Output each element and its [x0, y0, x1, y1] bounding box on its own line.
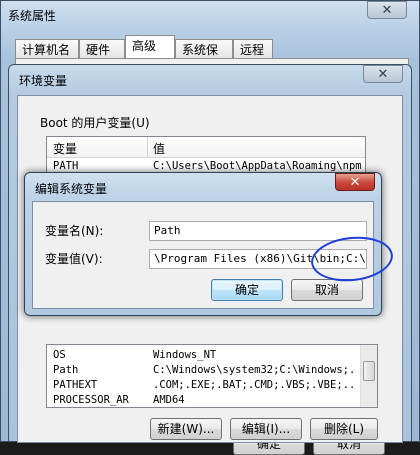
- list-header: 变量 值: [47, 137, 365, 158]
- cancel-button[interactable]: 取消: [291, 279, 363, 301]
- column-separator[interactable]: [147, 137, 148, 157]
- system-variables-scrollbar[interactable]: [360, 345, 377, 407]
- row-variable: OS: [53, 349, 66, 361]
- close-icon[interactable]: ✕: [363, 65, 403, 83]
- table-row[interactable]: Path C:\Windows\system32;C:\Windows;...: [47, 363, 377, 377]
- tab-advanced[interactable]: 高级: [125, 35, 175, 59]
- column-header-value[interactable]: 值: [153, 140, 165, 157]
- tab-computer-name[interactable]: 计算机名: [15, 39, 79, 59]
- table-row[interactable]: OS Windows_NT: [47, 348, 377, 362]
- user-variables-label: Boot 的用户变量(U): [40, 116, 150, 130]
- table-row[interactable]: PATH C:\Users\Boot\AppData\Roaming\npm: [47, 159, 365, 173]
- table-row[interactable]: PROCESSOR_AR AMD64: [47, 393, 377, 407]
- system-variables-list[interactable]: OS Windows_NT Path C:\Windows\system32;C…: [46, 344, 378, 408]
- delete-variable-button[interactable]: 删除(L): [310, 418, 378, 440]
- row-value: AMD64: [153, 394, 185, 406]
- edit-variable-button[interactable]: 编辑(I)...: [230, 418, 302, 440]
- row-value: C:\Windows\system32;C:\Windows;...: [153, 364, 357, 376]
- row-variable: Path: [53, 364, 79, 376]
- close-icon[interactable]: ✕: [335, 173, 375, 191]
- table-row[interactable]: PATHEXT .COM;.EXE;.BAT;.CMD;.VBS;.VBE;..…: [47, 378, 377, 392]
- edit-dialog-title: 编辑系统变量: [35, 182, 108, 196]
- tab-hardware[interactable]: 硬件: [79, 39, 125, 59]
- row-variable: PATH: [53, 160, 79, 172]
- variable-name-label: 变量名(N):: [45, 224, 104, 238]
- system-properties-title: 系统属性: [8, 9, 57, 23]
- scrollbar-thumb[interactable]: [363, 361, 375, 381]
- tab-remote[interactable]: 远程: [233, 39, 273, 59]
- row-variable: PROCESSOR_AR: [53, 394, 129, 406]
- variable-value-label: 变量值(V):: [45, 252, 103, 266]
- row-value: C:\Users\Boot\AppData\Roaming\npm: [153, 160, 362, 172]
- row-variable: PATHEXT: [53, 379, 98, 391]
- environment-variables-title: 环境变量: [19, 74, 68, 88]
- column-header-variable[interactable]: 变量: [53, 140, 77, 157]
- variable-name-input[interactable]: Path: [149, 221, 367, 241]
- row-value: Windows_NT: [153, 349, 217, 361]
- ok-button[interactable]: 确定: [211, 279, 283, 301]
- row-value: .COM;.EXE;.BAT;.CMD;.VBS;.VBE;...: [153, 379, 357, 391]
- new-variable-button[interactable]: 新建(W)...: [150, 418, 222, 440]
- tab-system-protection[interactable]: 系统保护: [175, 39, 233, 77]
- close-icon[interactable]: ✕: [367, 1, 407, 19]
